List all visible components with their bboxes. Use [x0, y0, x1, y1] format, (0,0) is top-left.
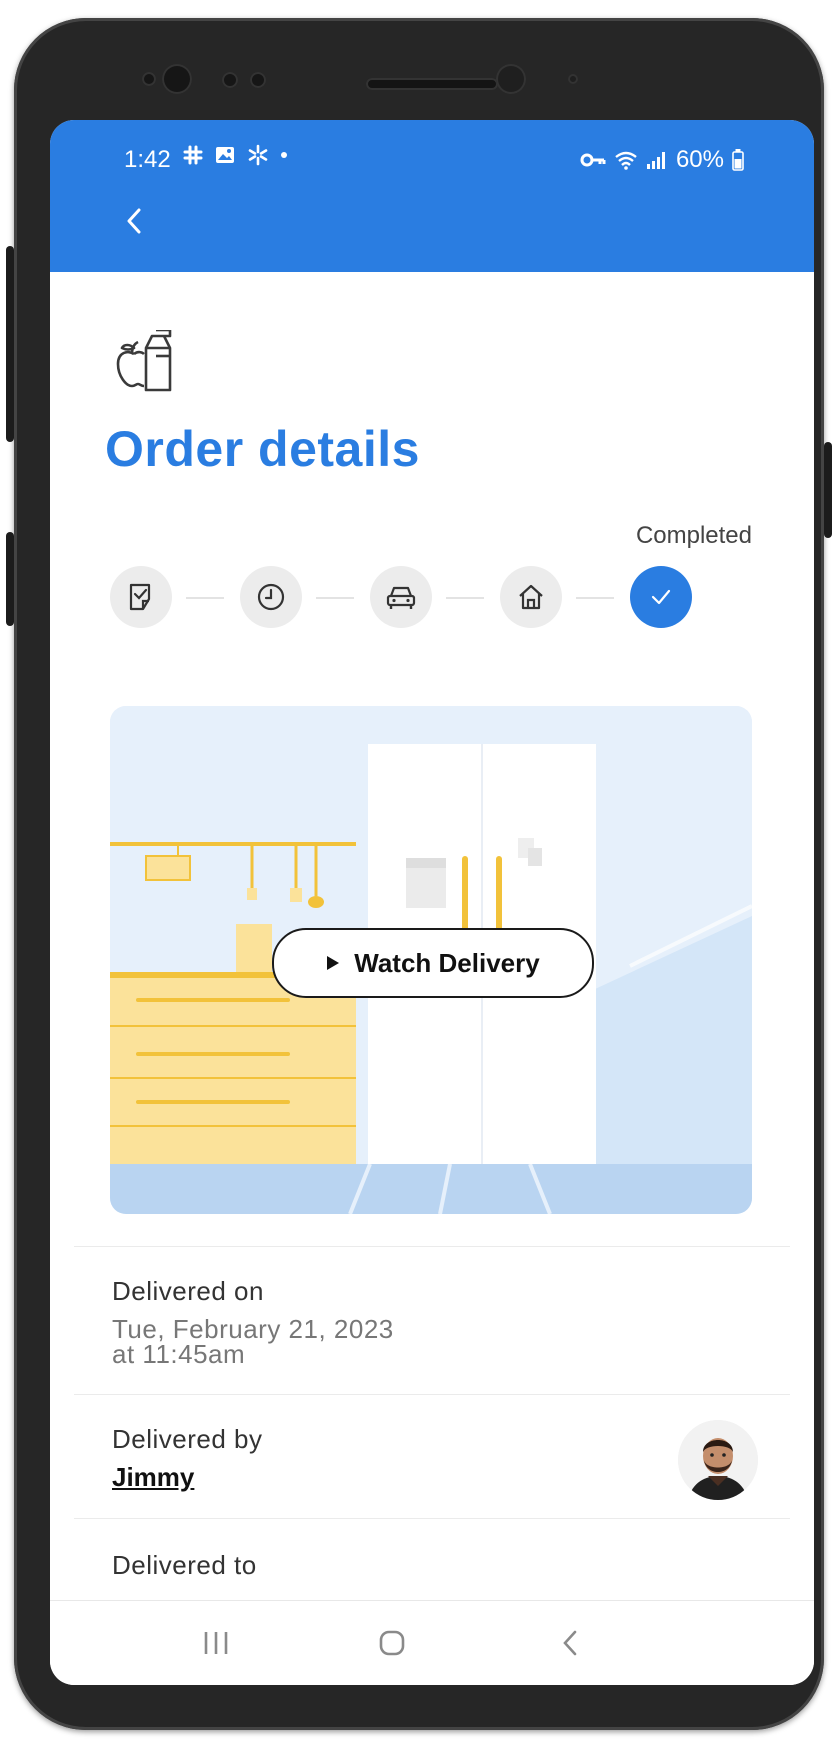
earpiece-speaker	[366, 78, 498, 90]
status-bar: 1:42 60%	[50, 142, 814, 178]
progress-connector	[446, 597, 484, 599]
recent-apps-icon	[204, 1632, 228, 1654]
clock-icon	[257, 583, 285, 611]
delivery-video-thumbnail[interactable]: Watch Delivery	[110, 706, 752, 1214]
watch-delivery-button[interactable]: Watch Delivery	[272, 928, 594, 998]
order-progress-tracker	[110, 566, 752, 630]
home-circle-icon	[379, 1630, 405, 1656]
vpn-key-icon	[580, 153, 606, 167]
walmart-spark-icon	[248, 144, 268, 166]
back-button[interactable]	[120, 206, 150, 236]
phone-frame: 1:42 60% Order details Completed Watch D…	[6, 18, 832, 1730]
progress-connector	[316, 597, 354, 599]
power-button	[824, 442, 832, 538]
sensor-dot	[222, 72, 238, 88]
step-on-the-way	[370, 566, 432, 628]
battery-percent: 60%	[675, 146, 724, 173]
battery-icon	[732, 149, 744, 171]
progress-connector	[576, 597, 614, 599]
divider	[74, 1394, 790, 1395]
step-arrived	[500, 566, 562, 628]
step-completed	[630, 566, 692, 628]
watch-delivery-label: Watch Delivery	[354, 947, 540, 978]
check-icon	[651, 589, 671, 605]
driver-avatar	[678, 1420, 758, 1500]
car-icon	[386, 586, 416, 609]
driver-name-link[interactable]: Jimmy	[112, 1462, 194, 1493]
progress-connector	[186, 597, 224, 599]
iris-sensor	[496, 64, 526, 94]
app-header: 1:42 60%	[50, 120, 814, 272]
gallery-icon	[216, 147, 235, 163]
home-icon	[519, 584, 543, 610]
receipt-check-icon	[129, 583, 151, 611]
delivered-on-label: Delivered on	[112, 1276, 264, 1306]
divider	[74, 1246, 790, 1247]
apple-milk-carton-icon	[112, 328, 180, 392]
status-time: 1:42	[124, 146, 171, 173]
page-title: Order details	[105, 421, 420, 477]
wifi-icon	[615, 151, 637, 170]
front-camera	[162, 64, 192, 94]
home-button[interactable]	[372, 1623, 412, 1663]
delivered-on-time: at 11:45am	[112, 1339, 246, 1369]
divider	[74, 1518, 790, 1519]
chevron-left-icon	[127, 208, 141, 234]
delivered-to-label: Delivered to	[112, 1550, 257, 1580]
recent-apps-button[interactable]	[196, 1623, 236, 1663]
order-status-label: Completed	[635, 522, 752, 549]
notification-icons	[182, 144, 289, 168]
android-nav-bar	[50, 1600, 814, 1685]
step-preparing	[240, 566, 302, 628]
step-order-placed	[110, 566, 172, 628]
volume-button	[6, 246, 14, 442]
back-arrow-icon	[563, 1630, 577, 1656]
sensor-dot	[568, 74, 578, 84]
dot-icon	[281, 152, 288, 158]
play-icon	[327, 956, 340, 970]
system-back-button[interactable]	[550, 1623, 590, 1663]
status-right: 60%	[580, 146, 744, 174]
delivered-by-label: Delivered by	[112, 1424, 263, 1454]
sensor-dot	[250, 72, 266, 88]
signal-icon	[646, 152, 665, 169]
bixby-button	[6, 532, 14, 626]
sensor-dot	[142, 72, 156, 86]
screen: 1:42 60% Order details Completed Watch D…	[50, 120, 814, 1685]
slack-icon	[183, 145, 203, 165]
